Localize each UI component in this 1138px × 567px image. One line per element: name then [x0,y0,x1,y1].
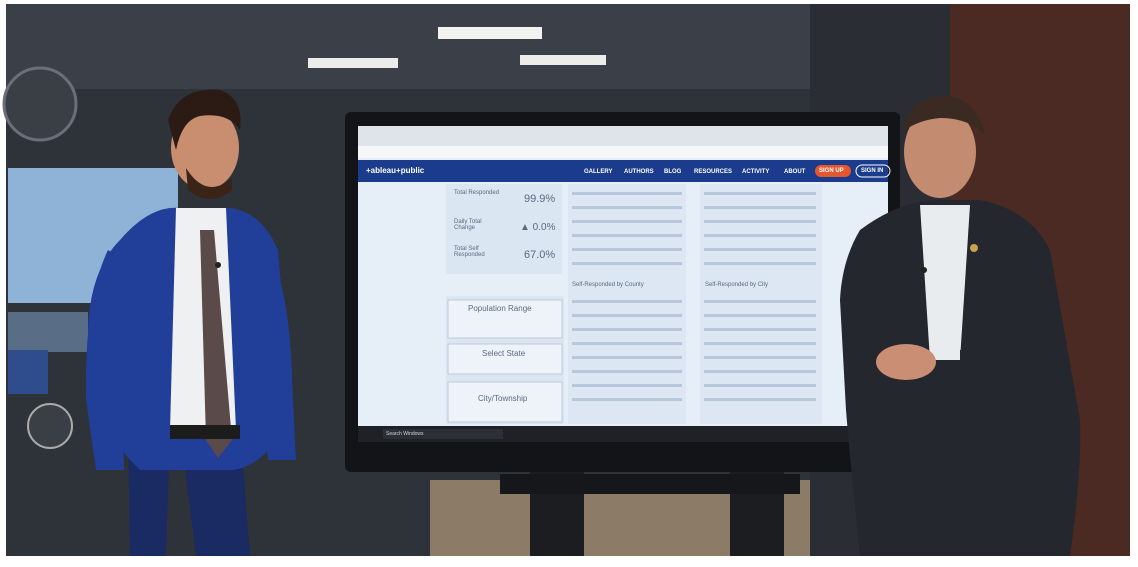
kpi-value: ▲ 0.0% [520,222,556,233]
kpi-label: Total Self Responded [454,246,485,258]
wall-seal [2,66,78,142]
tableau-logo: +ableau+public [366,166,425,175]
signup-label[interactable]: SIGN UP [819,168,844,174]
nav-about[interactable]: ABOUT [784,169,805,175]
nav-gallery[interactable]: GALLERY [584,169,612,175]
city-table-title: Self-Responded by City [705,282,769,288]
kpi-value: 99.9% [524,193,556,205]
city-township-filter[interactable]: City/Township [478,394,527,403]
tableau-topbar [358,160,888,182]
county-table-title: Self-Responded by County [572,282,644,288]
nav-authors[interactable]: AUTHORS [624,169,654,175]
signin-label[interactable]: SIGN IN [861,168,883,174]
kpi-label: Daily Total Change [454,219,482,231]
select-state-filter[interactable]: Select State [482,349,525,358]
ceiling-light [438,27,542,39]
kpi-label: Total Responded [454,190,500,196]
kpi-value: 67.0% [524,249,556,261]
nav-resources[interactable]: RESOURCES [694,169,732,175]
ceiling-light [308,58,398,68]
population-range-filter[interactable]: Population Range [468,304,532,313]
video-frame: +ableau+public GALLERY AUTHORS BLOG RESO… [0,0,1138,562]
ceiling-light [520,55,606,65]
taskbar-search[interactable]: Search Windows [386,431,424,437]
nav-blog[interactable]: BLOG [664,169,681,175]
nav-activity[interactable]: ACTIVITY [742,169,769,175]
scene-svg [0,0,1138,562]
